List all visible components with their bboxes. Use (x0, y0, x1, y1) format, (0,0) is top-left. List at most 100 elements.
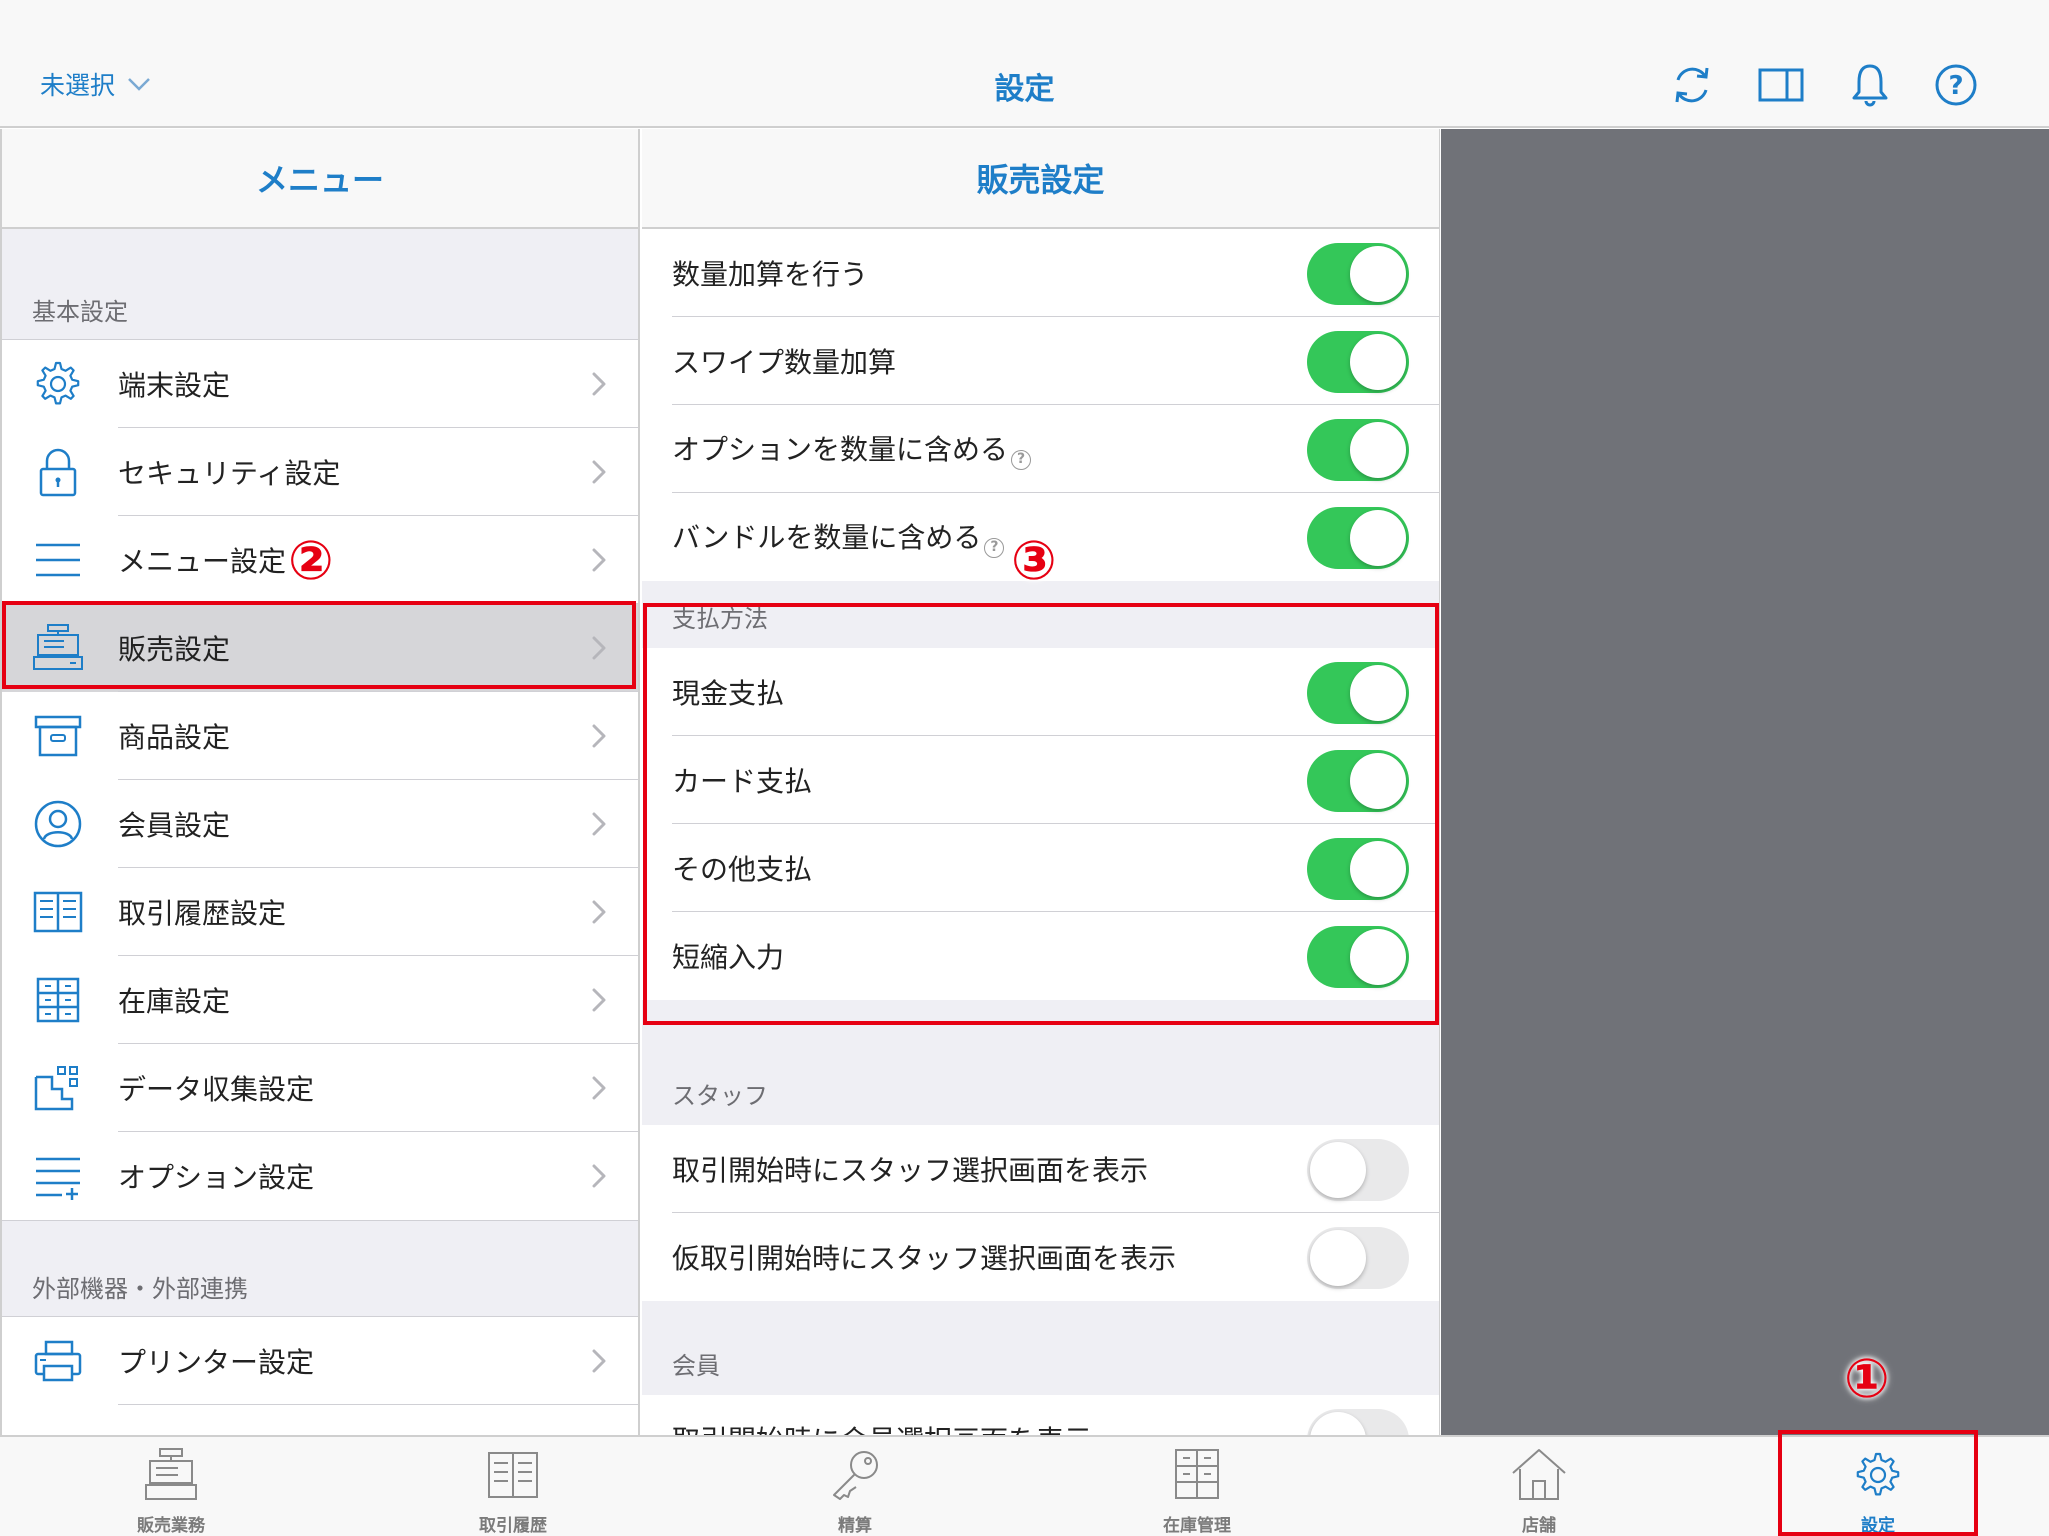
setting-label: 数量加算を行う (672, 258, 869, 291)
help-circle-icon[interactable]: ? (1011, 450, 1032, 470)
detail-placeholder (1441, 129, 2049, 1435)
printer-icon (34, 1340, 82, 1382)
setting-label: 取引開始時に会員選択画面を表示 (672, 1419, 1092, 1435)
gear-icon (32, 359, 84, 409)
menu-item-inventory[interactable]: 在庫設定 (2, 956, 638, 1044)
menu-item-label: オプション設定 (118, 1161, 315, 1194)
setting-row-swipe-quantity: スワイプ数量加算 (642, 317, 1439, 405)
setting-label: 仮取引開始時にスタッフ選択画面を表示 (672, 1242, 1177, 1275)
section-header-staff: スタッフ (672, 1082, 768, 1110)
annotation-badge-2: ② (288, 529, 334, 592)
options-icon (36, 1157, 80, 1200)
tab-sales[interactable]: 販売業務 (0, 1437, 342, 1536)
menu-item-history[interactable]: 取引履歴設定 (2, 868, 638, 956)
book-icon (33, 891, 83, 933)
menu-lines-icon (36, 543, 80, 577)
menu-item-label: メニュー設定 (118, 545, 287, 578)
person-icon (34, 800, 82, 848)
menu-group-external: プリンター設定 (2, 1316, 638, 1435)
bundle-quantity-toggle[interactable] (1307, 507, 1409, 569)
tab-inventory[interactable]: 在庫管理 (1026, 1437, 1368, 1536)
setting-row-quantity-add: 数量加算を行う (642, 229, 1439, 317)
book-icon (488, 1452, 538, 1498)
key-icon (833, 1451, 878, 1500)
setting-label: スワイプ数量加算 (672, 346, 897, 379)
page-title: 設定 (994, 72, 1055, 107)
tab-label: 在庫管理 (1163, 1516, 1231, 1536)
annotation-box-settings-tab (1778, 1430, 1978, 1536)
menu-item-options[interactable]: オプション設定 (2, 1132, 638, 1220)
option-quantity-label: オプションを数量に含める (672, 433, 1009, 466)
tab-label: 精算 (838, 1516, 872, 1536)
staff-select-toggle[interactable] (1307, 1139, 1409, 1201)
setting-label: オプションを数量に含める? (672, 428, 1032, 470)
chevron-right-icon (592, 1076, 606, 1100)
house-icon (1512, 1449, 1566, 1500)
tab-store[interactable]: 店舗 (1368, 1437, 1710, 1536)
section-header-external: 外部機器・外部連携 (32, 1275, 248, 1303)
top-bar: 未選択 設定 ? (0, 0, 2049, 128)
menu-item-security[interactable]: セキュリティ設定 (2, 428, 638, 516)
help-icon[interactable]: ? (1933, 62, 1979, 108)
help-circle-icon[interactable]: ? (984, 538, 1005, 558)
sync-icon[interactable] (1669, 62, 1715, 108)
chevron-right-icon (592, 900, 606, 924)
tab-history[interactable]: 取引履歴 (342, 1437, 684, 1536)
svg-text:?: ? (1948, 71, 1963, 101)
setting-row-staff-transaction: 取引開始時にスタッフ選択画面を表示 (642, 1125, 1439, 1213)
quantity-add-toggle[interactable] (1307, 243, 1409, 305)
bell-icon[interactable] (1847, 62, 1893, 108)
menu-item-printer[interactable]: プリンター設定 (2, 1317, 638, 1405)
menu-item-label: プリンター設定 (118, 1346, 315, 1379)
bundle-quantity-label: バンドルを数量に含める (672, 521, 982, 554)
chevron-right-icon (592, 724, 606, 748)
register-icon (145, 1448, 197, 1500)
menu-item-terminal[interactable]: 端末設定 (2, 340, 638, 428)
annotation-box-sales-menu (2, 601, 636, 689)
setting-row-member-transaction: 取引開始時に会員選択画面を表示 (642, 1395, 1439, 1435)
chevron-right-icon (592, 988, 606, 1012)
chevron-right-icon (592, 1349, 606, 1373)
tab-label: 店舗 (1522, 1516, 1556, 1536)
tab-label: 取引履歴 (479, 1516, 547, 1536)
tab-bar: 販売業務 取引履歴 精算 在庫管理 店舗 設定 (0, 1435, 2049, 1536)
cabinet-icon (1175, 1449, 1219, 1499)
box-icon (34, 715, 82, 757)
staff-provisional-toggle[interactable] (1307, 1227, 1409, 1289)
setting-row-staff-provisional: 仮取引開始時にスタッフ選択画面を表示 (642, 1213, 1439, 1301)
tab-settlement[interactable]: 精算 (684, 1437, 1026, 1536)
setting-label: 取引開始時にスタッフ選択画面を表示 (672, 1154, 1149, 1187)
chevron-right-icon (592, 1164, 606, 1188)
menu-item-label: 会員設定 (118, 809, 231, 842)
menu-item-label: 取引履歴設定 (118, 897, 287, 930)
menu-item-label: セキュリティ設定 (118, 457, 341, 490)
menu-title: メニュー (2, 129, 638, 229)
section-header-basic: 基本設定 (32, 298, 128, 326)
chevron-right-icon (592, 372, 606, 396)
tab-label: 販売業務 (137, 1516, 205, 1536)
chevron-right-icon (592, 548, 606, 572)
menu-item-data-collection[interactable]: データ収集設定 (2, 1044, 638, 1132)
menu-item-label: 商品設定 (118, 721, 231, 754)
sales-settings-title: 販売設定 (642, 129, 1439, 229)
chevron-right-icon (592, 460, 606, 484)
option-quantity-toggle[interactable] (1307, 419, 1409, 481)
annotation-badge-3: ③ (1011, 529, 1057, 592)
cabinet-icon (36, 977, 80, 1023)
menu-panel: メニュー 基本設定 端末設定 セキュリティ設定 メニュー設定 販売設定 商品設定… (0, 129, 640, 1435)
menu-item-products[interactable]: 商品設定 (2, 692, 638, 780)
menu-item-label: 端末設定 (118, 369, 231, 402)
setting-label: バンドルを数量に含める? (672, 516, 1005, 558)
menu-item-members[interactable]: 会員設定 (2, 780, 638, 868)
split-view-icon[interactable] (1758, 62, 1804, 108)
member-select-toggle[interactable] (1307, 1409, 1409, 1435)
menu-item-next-partial[interactable] (2, 1405, 638, 1435)
menu-item-label: 在庫設定 (118, 985, 231, 1018)
menu-item-label: データ収集設定 (118, 1073, 315, 1106)
lock-icon (39, 448, 77, 497)
data-icon (34, 1066, 78, 1111)
section-header-member: 会員 (672, 1352, 720, 1380)
chevron-right-icon (592, 812, 606, 836)
annotation-box-payment (643, 603, 1439, 1025)
swipe-quantity-toggle[interactable] (1307, 331, 1409, 393)
